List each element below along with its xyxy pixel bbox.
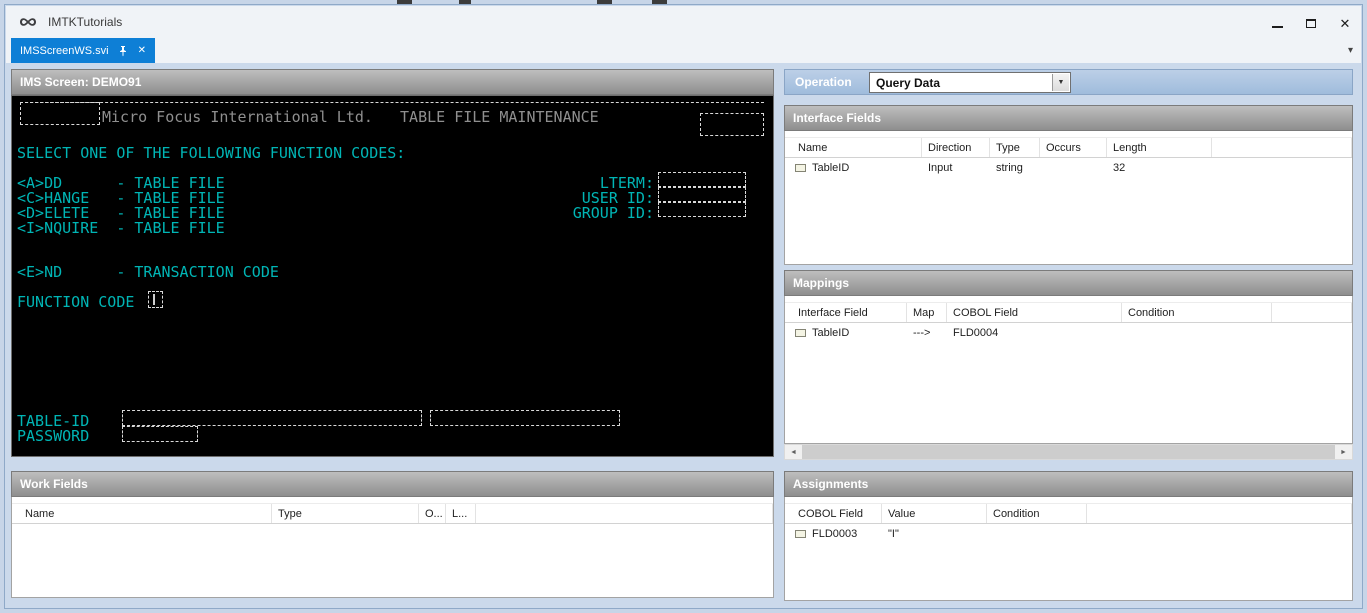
group-id-field[interactable]: [658, 202, 746, 217]
column-header-name[interactable]: Name: [12, 504, 272, 523]
function-code-label: FUNCTION CODE: [17, 293, 135, 311]
cell-value: "I": [888, 528, 899, 540]
column-header-map[interactable]: Map: [907, 303, 947, 322]
chevron-down-icon[interactable]: ▼: [1052, 74, 1069, 91]
work-fields-grid: Name Type O... L...: [11, 497, 774, 598]
column-header-filler: [1212, 138, 1352, 157]
column-header-name[interactable]: Name: [785, 138, 922, 157]
field-icon: [795, 329, 806, 337]
operation-label: Operation: [795, 75, 852, 89]
mappings-title: Mappings: [793, 276, 849, 290]
tab-overflow-icon[interactable]: ▾: [1348, 45, 1353, 56]
column-header-length[interactable]: Length: [1107, 138, 1212, 157]
banner-field-border: [20, 102, 764, 103]
tab-label: IMSScreenWS.svi: [20, 44, 109, 57]
minimize-button[interactable]: [1262, 12, 1292, 34]
mappings-column-headers: Interface Field Map COBOL Field Conditio…: [785, 302, 1352, 323]
cell-type: string: [996, 162, 1023, 174]
maximize-button[interactable]: [1296, 12, 1326, 34]
user-id-field[interactable]: [658, 187, 746, 202]
restore-icon: [1306, 18, 1316, 28]
cell-cobol-field: FLD0003: [812, 528, 858, 540]
assignments-grid: COBOL Field Value Condition FLD0003 "I": [784, 497, 1353, 601]
interface-fields-title: Interface Fields: [793, 111, 882, 125]
window-title: IMTKTutorials: [48, 15, 123, 29]
scroll-left-icon[interactable]: ◄: [785, 445, 802, 459]
operation-dropdown-value: Query Data: [876, 76, 941, 90]
scrollbar-thumb[interactable]: [802, 445, 1335, 459]
horizontal-scrollbar[interactable]: ◄ ►: [784, 444, 1353, 460]
cell-map: --->: [913, 327, 931, 339]
table-row[interactable]: TableID Input string 32: [785, 158, 1352, 178]
assignments-title: Assignments: [793, 477, 869, 491]
lterm-field[interactable]: [658, 172, 746, 187]
column-header-condition[interactable]: Condition: [1122, 303, 1272, 322]
column-header-cobol-field[interactable]: COBOL Field: [785, 504, 882, 523]
cell-cobol-field: FLD0004: [953, 327, 999, 339]
banner-field-left[interactable]: [20, 102, 100, 125]
password-field[interactable]: [122, 426, 198, 442]
field-icon: [795, 530, 806, 538]
close-icon: ✕: [1339, 15, 1351, 31]
cell-direction: Input: [928, 162, 953, 174]
terminal-banner: Micro Focus International Ltd. TABLE FIL…: [102, 108, 599, 126]
function-code-field[interactable]: [148, 291, 163, 308]
column-header-length[interactable]: L...: [446, 504, 476, 523]
password-label: PASSWORD: [17, 427, 90, 445]
mappings-grid: Interface Field Map COBOL Field Conditio…: [784, 296, 1353, 444]
column-header-type[interactable]: Type: [272, 504, 419, 523]
interface-fields-header: Interface Fields: [784, 105, 1353, 131]
operation-dropdown[interactable]: Query Data ▼: [869, 72, 1071, 93]
cell-name: TableID: [812, 162, 850, 174]
terminal-option-end: <E>ND - TRANSACTION CODE: [17, 263, 279, 281]
table-id-field-2[interactable]: [430, 410, 620, 426]
column-header-filler: [1272, 303, 1352, 322]
table-row[interactable]: FLD0003 "I": [785, 524, 1352, 544]
cell-interface-field: TableID: [812, 327, 850, 339]
minimize-icon: [1271, 26, 1283, 28]
group-id-label: GROUP ID:: [572, 204, 654, 222]
ims-screen-title: IMS Screen: DEMO91: [20, 75, 142, 89]
table-row[interactable]: TableID ---> FLD0004: [785, 323, 1352, 343]
terminal-cursor: [153, 294, 155, 305]
close-button[interactable]: ✕: [1330, 12, 1360, 34]
column-header-occurs[interactable]: Occurs: [1040, 138, 1107, 157]
tab-imsscreenws[interactable]: IMSScreenWS.svi ✕: [11, 38, 156, 63]
ims-screen-header: IMS Screen: DEMO91: [11, 69, 774, 95]
work-fields-title: Work Fields: [20, 477, 88, 491]
ims-terminal-screen: Micro Focus International Ltd. TABLE FIL…: [11, 95, 774, 457]
column-header-condition[interactable]: Condition: [987, 504, 1087, 523]
cell-length: 32: [1113, 162, 1126, 174]
pin-icon[interactable]: [117, 45, 129, 57]
field-icon: [795, 164, 806, 172]
visual-studio-logo-icon: [19, 15, 37, 34]
table-id-field-1[interactable]: [122, 410, 422, 426]
terminal-prompt: SELECT ONE OF THE FOLLOWING FUNCTION COD…: [17, 144, 406, 162]
terminal-option-inquire: <I>NQUIRE - TABLE FILE: [17, 219, 225, 237]
assignments-header: Assignments: [784, 471, 1353, 497]
column-header-value[interactable]: Value: [882, 504, 987, 523]
column-header-direction[interactable]: Direction: [922, 138, 990, 157]
interface-fields-column-headers: Name Direction Type Occurs Length: [785, 137, 1352, 158]
tab-close-icon[interactable]: ✕: [136, 45, 148, 57]
assignments-column-headers: COBOL Field Value Condition: [785, 503, 1352, 524]
app-window: IMTKTutorials ✕ IMSScreenWS.svi ✕ ▾ IMS …: [4, 4, 1363, 609]
banner-field-right[interactable]: [700, 113, 764, 136]
scroll-right-icon[interactable]: ►: [1335, 445, 1352, 459]
work-fields-column-headers: Name Type O... L...: [12, 503, 773, 524]
column-header-filler: [476, 504, 773, 523]
work-fields-header: Work Fields: [11, 471, 774, 497]
column-header-occurs[interactable]: O...: [419, 504, 446, 523]
interface-fields-grid: Name Direction Type Occurs Length TableI…: [784, 131, 1353, 265]
column-header-type[interactable]: Type: [990, 138, 1040, 157]
mappings-header: Mappings: [784, 270, 1353, 296]
panel-splitter[interactable]: [774, 69, 784, 601]
document-tab-strip: IMSScreenWS.svi ✕ ▾: [6, 37, 1361, 63]
column-header-filler: [1087, 504, 1352, 523]
title-bar: IMTKTutorials ✕: [6, 6, 1361, 37]
column-header-cobol-field[interactable]: COBOL Field: [947, 303, 1122, 322]
column-header-interface-field[interactable]: Interface Field: [785, 303, 907, 322]
